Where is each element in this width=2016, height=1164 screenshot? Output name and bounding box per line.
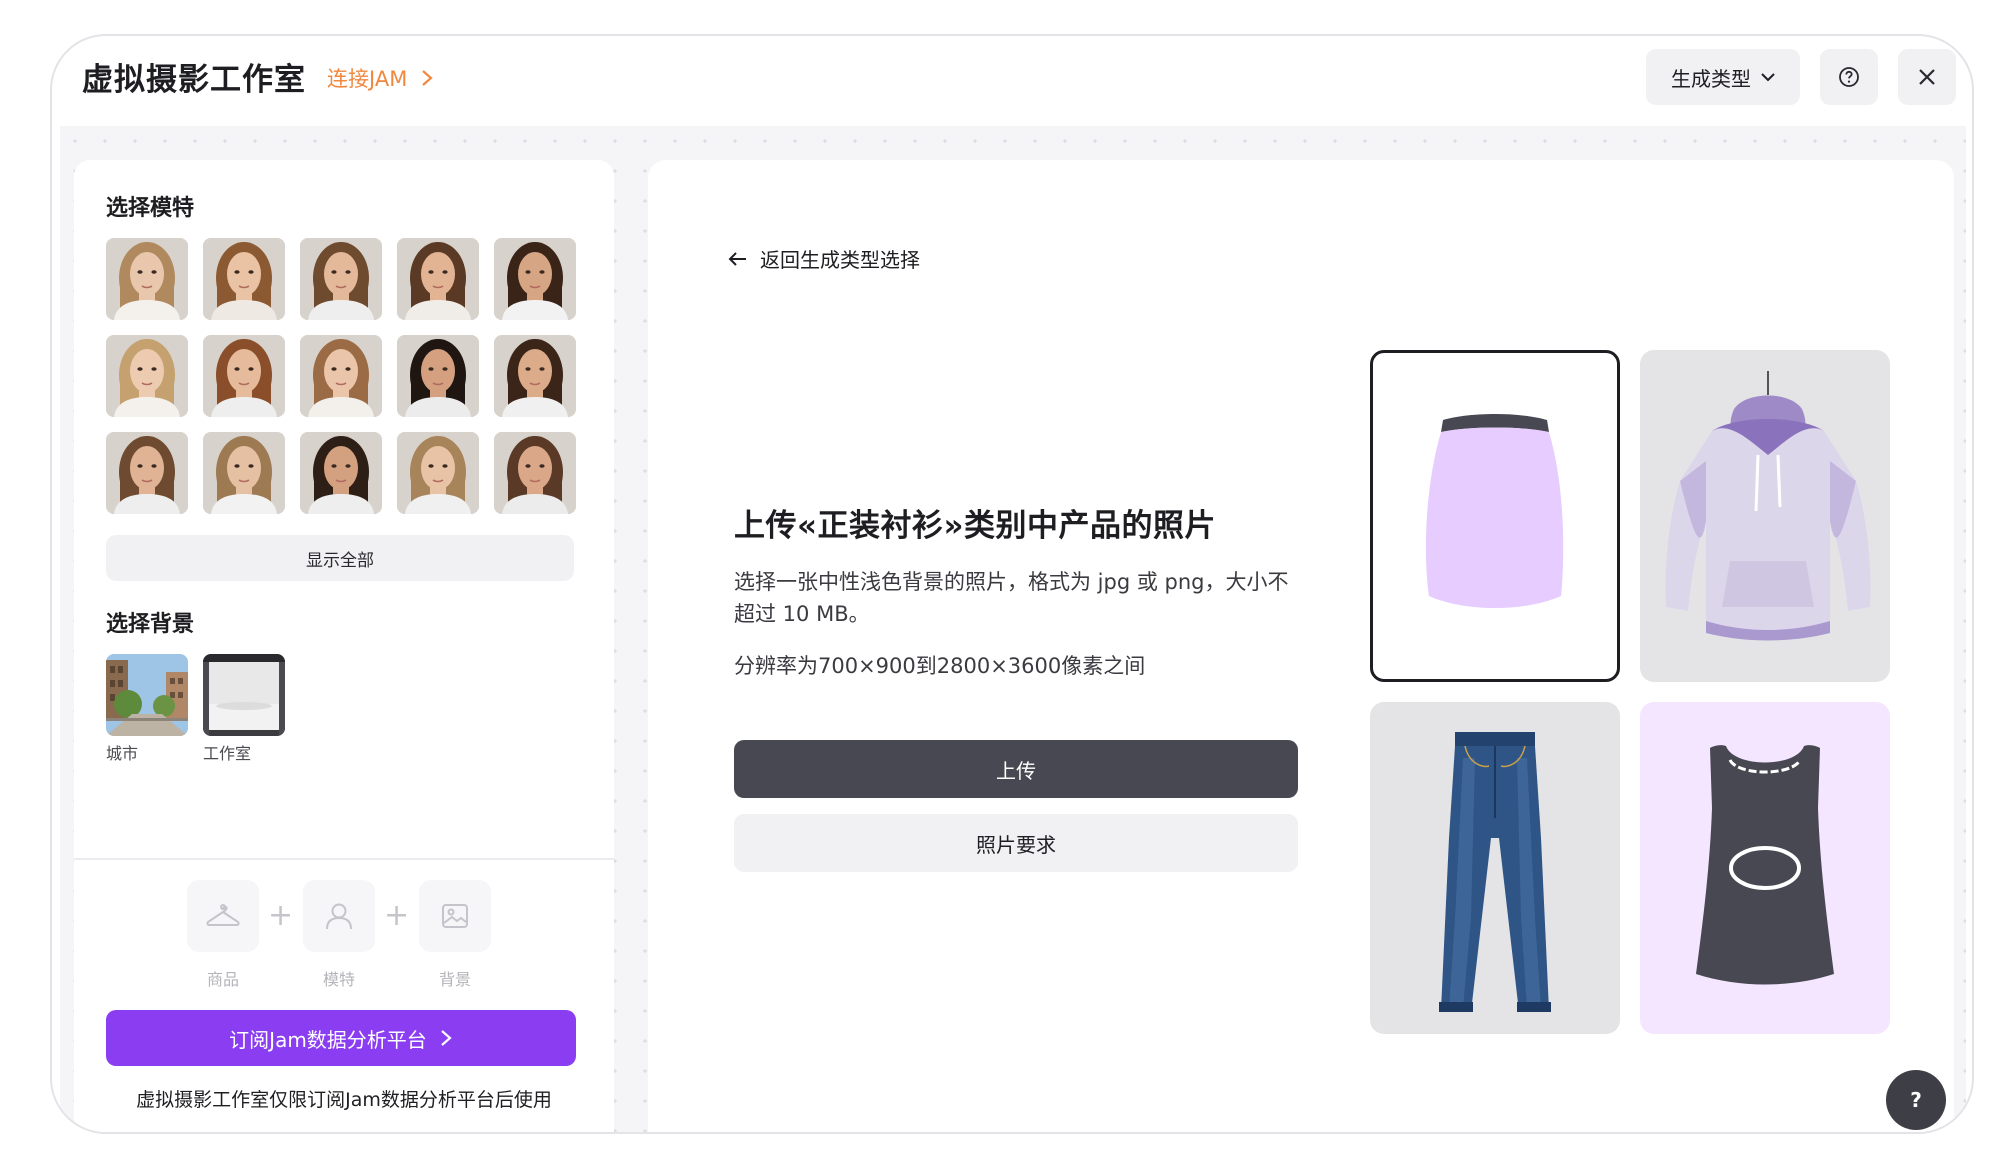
model-thumbnail[interactable]: [494, 238, 576, 320]
hoodie-image: [1665, 371, 1871, 641]
model-thumbnail[interactable]: [106, 238, 188, 320]
chevron-right-icon: [441, 1030, 452, 1046]
model-portrait: [203, 335, 285, 417]
person-icon: [326, 903, 352, 930]
step-model-box: [303, 880, 375, 952]
model-portrait: [397, 238, 479, 320]
subscribe-note: 虚拟摄影工作室仅限订阅Jam数据分析平台后使用: [136, 1089, 552, 1111]
app-window: 虚拟摄影工作室 连接JAM 生成类型 选择模特 显示全部 选择背景 城市 工作室…: [50, 34, 1974, 1134]
upload-panel: 返回生成类型选择 上传«正装衬衫»类别中产品的照片 选择一张中性浅色背景的照片，…: [648, 160, 1954, 1132]
connect-jam-link[interactable]: 连接JAM: [327, 63, 435, 93]
close-icon: [1919, 69, 1935, 85]
model-portrait: [494, 432, 576, 514]
model-portrait: [203, 432, 285, 514]
model-portrait: [106, 335, 188, 417]
upload-button[interactable]: 上传: [734, 740, 1298, 798]
background-option-studio[interactable]: 工作室: [203, 654, 285, 764]
model-thumbnail[interactable]: [397, 432, 479, 514]
model-thumbnail[interactable]: [397, 238, 479, 320]
studio-background-label: 工作室: [203, 744, 252, 763]
city-background-thumbnail: [106, 654, 188, 736]
upload-description: 选择一张中性浅色背景的照片，格式为 jpg 或 png，大小不超过 10 MB。: [734, 570, 1289, 626]
settings-sidebar: 选择模特 显示全部 选择背景 城市 工作室 商品 + 模特 + 背景 订阅Jam…: [74, 160, 614, 1132]
help-button[interactable]: [1820, 49, 1878, 105]
subscribe-label: 订阅Jam数据分析平台: [229, 1027, 427, 1052]
jeans-image: [1439, 732, 1551, 1012]
product-type-skirt[interactable]: [1370, 350, 1620, 682]
model-portrait: [494, 335, 576, 417]
step-model-label: 模特: [322, 970, 355, 989]
model-portrait: [203, 238, 285, 320]
plus-sign-1: +: [268, 898, 294, 933]
chevron-right-icon: [422, 70, 433, 86]
show-all-button[interactable]: 显示全部: [106, 535, 574, 581]
sidebar-divider: [74, 858, 614, 860]
model-portrait: [397, 335, 479, 417]
background-option-city[interactable]: 城市: [106, 654, 188, 764]
model-portrait: [300, 432, 382, 514]
product-type-jeans[interactable]: [1370, 702, 1620, 1034]
model-portrait: [494, 238, 576, 320]
step-background-label: 背景: [438, 970, 471, 989]
upload-resolution-note: 分辨率为700×900到2800×3600像素之间: [734, 654, 1146, 678]
back-label: 返回生成类型选择: [760, 248, 920, 272]
model-thumbnail[interactable]: [494, 335, 576, 417]
chevron-down-icon: [1761, 73, 1775, 82]
generate-type-label: 生成类型: [1671, 66, 1751, 91]
models-grid: [106, 238, 576, 514]
model-thumbnail[interactable]: [300, 335, 382, 417]
model-portrait: [106, 238, 188, 320]
model-thumbnail[interactable]: [494, 432, 576, 514]
model-thumbnail[interactable]: [203, 432, 285, 514]
app-title: 虚拟摄影工作室: [82, 62, 306, 98]
image-icon: [442, 904, 468, 928]
floating-help-button[interactable]: ?: [1886, 1070, 1946, 1130]
connect-jam-label: 连接JAM: [327, 67, 408, 91]
close-button[interactable]: [1898, 49, 1956, 105]
step-product-box: [187, 880, 259, 952]
backgrounds-section-title: 选择背景: [106, 612, 195, 637]
tank-top-image: [1696, 745, 1834, 985]
models-section-title: 选择模特: [106, 196, 195, 221]
studio-background-thumbnail: [203, 654, 285, 736]
question-circle-icon: [1839, 67, 1859, 87]
model-thumbnail[interactable]: [106, 335, 188, 417]
model-thumbnail[interactable]: [300, 238, 382, 320]
model-thumbnail[interactable]: [106, 432, 188, 514]
model-portrait: [106, 432, 188, 514]
model-thumbnail[interactable]: [397, 335, 479, 417]
step-background-box: [419, 880, 491, 952]
product-type-hoodie[interactable]: [1640, 350, 1890, 682]
hanger-icon: [206, 904, 240, 926]
photo-requirements-button[interactable]: 照片要求: [734, 814, 1298, 872]
model-portrait: [397, 432, 479, 514]
back-to-type-selection-link[interactable]: 返回生成类型选择: [728, 244, 920, 273]
arrow-left-icon: [728, 251, 746, 266]
model-thumbnail[interactable]: [203, 335, 285, 417]
plus-sign-2: +: [384, 898, 410, 933]
generate-type-dropdown[interactable]: 生成类型: [1646, 49, 1800, 105]
model-portrait: [300, 238, 382, 320]
city-background-label: 城市: [106, 744, 139, 763]
model-thumbnail[interactable]: [300, 432, 382, 514]
product-type-tank-top[interactable]: [1640, 702, 1890, 1034]
upload-title: 上传«正装衬衫»类别中产品的照片: [734, 508, 1217, 544]
subscribe-button[interactable]: 订阅Jam数据分析平台: [106, 1010, 576, 1066]
step-product-label: 商品: [206, 970, 239, 989]
skirt-image: [1425, 414, 1564, 608]
model-thumbnail[interactable]: [203, 238, 285, 320]
model-portrait: [300, 335, 382, 417]
